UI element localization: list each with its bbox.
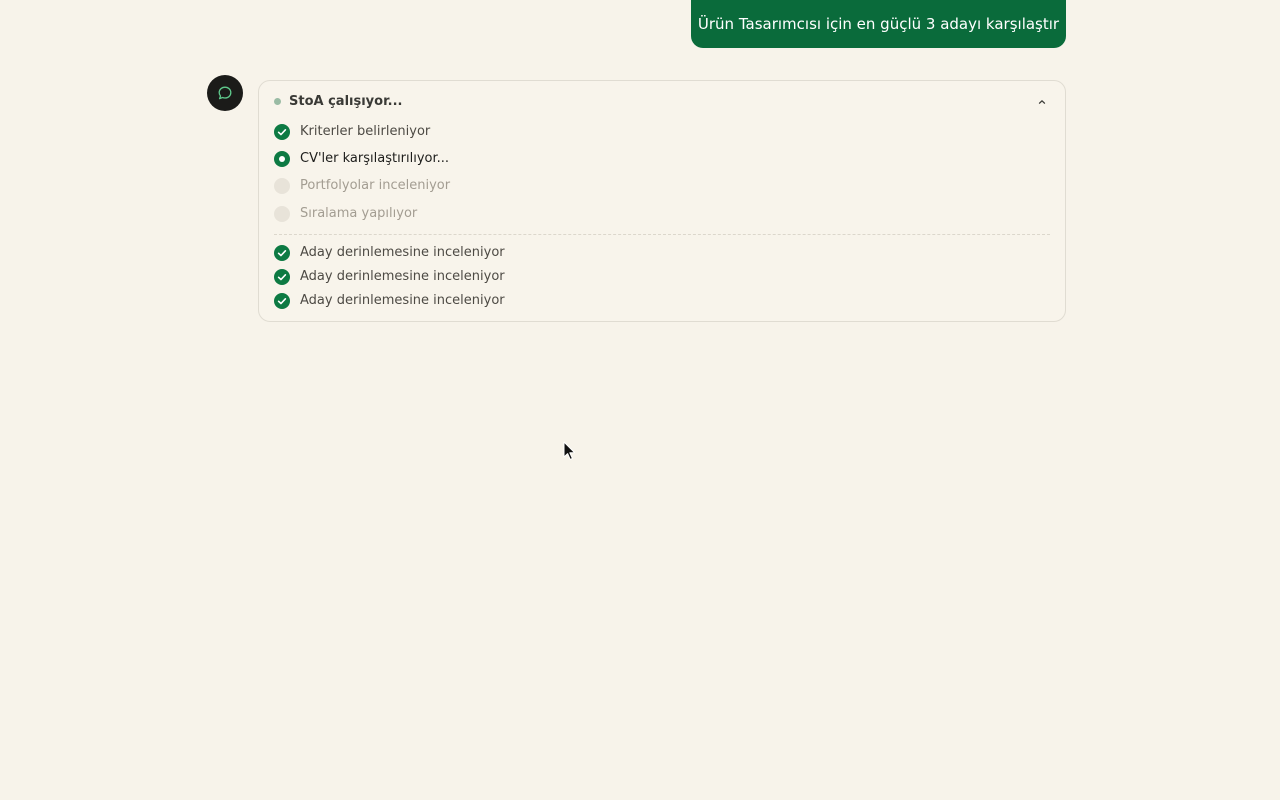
steps-divider (274, 234, 1050, 235)
mouse-cursor-icon (563, 441, 577, 461)
check-circle-icon (274, 245, 290, 261)
check-circle-icon (274, 124, 290, 140)
agent-status-row: StoA çalışıyor... (274, 94, 1050, 110)
step-label: CV'ler karşılaştırılıyor... (300, 151, 450, 166)
user-message-bubble: Ürün Tasarımcısı için en güçlü 3 adayı k… (691, 0, 1066, 48)
step-item: Portfolyolar inceleniyor (274, 177, 1050, 195)
step-label: Sıralama yapılıyor (300, 206, 418, 221)
chat-bubble-icon (217, 85, 233, 101)
chat-page: Ürün Tasarımcısı için en güçlü 3 adayı k… (0, 0, 1280, 800)
substep-label: Aday derinlemesine inceleniyor (300, 245, 505, 260)
step-item: CV'ler karşılaştırılıyor... (274, 150, 1050, 168)
check-circle-icon (274, 293, 290, 309)
agent-progress-card: StoA çalışıyor... Kriterler belirleniyor… (258, 80, 1066, 322)
pending-circle-icon (274, 206, 290, 222)
step-item: Sıralama yapılıyor (274, 205, 1050, 223)
step-label: Portfolyolar inceleniyor (300, 178, 451, 193)
agent-avatar (207, 75, 243, 111)
substep-label: Aday derinlemesine inceleniyor (300, 293, 505, 308)
agent-status-text: StoA çalışıyor... (289, 94, 403, 109)
in-progress-icon (274, 151, 290, 167)
step-label: Kriterler belirleniyor (300, 124, 431, 139)
status-dot (274, 98, 281, 105)
step-item: Kriterler belirleniyor (274, 123, 1050, 141)
collapse-button[interactable] (1034, 94, 1050, 110)
substep-item: Aday derinlemesine inceleniyor (274, 244, 1050, 262)
chevron-up-icon (1038, 100, 1046, 104)
pending-circle-icon (274, 178, 290, 194)
check-circle-icon (274, 269, 290, 285)
substep-label: Aday derinlemesine inceleniyor (300, 269, 505, 284)
substep-item: Aday derinlemesine inceleniyor (274, 268, 1050, 286)
substep-item: Aday derinlemesine inceleniyor (274, 292, 1050, 310)
